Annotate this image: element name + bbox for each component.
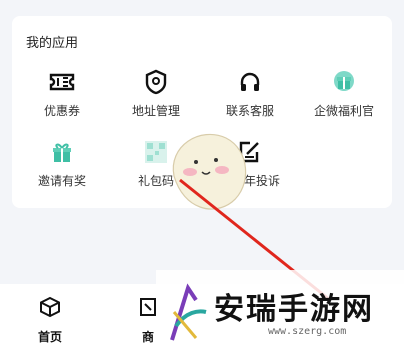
watermark-text: 安瑞手游网: [214, 292, 374, 327]
watermark-logo-icon: [170, 283, 207, 341]
watermark-url: www.szerg.com: [268, 326, 347, 337]
